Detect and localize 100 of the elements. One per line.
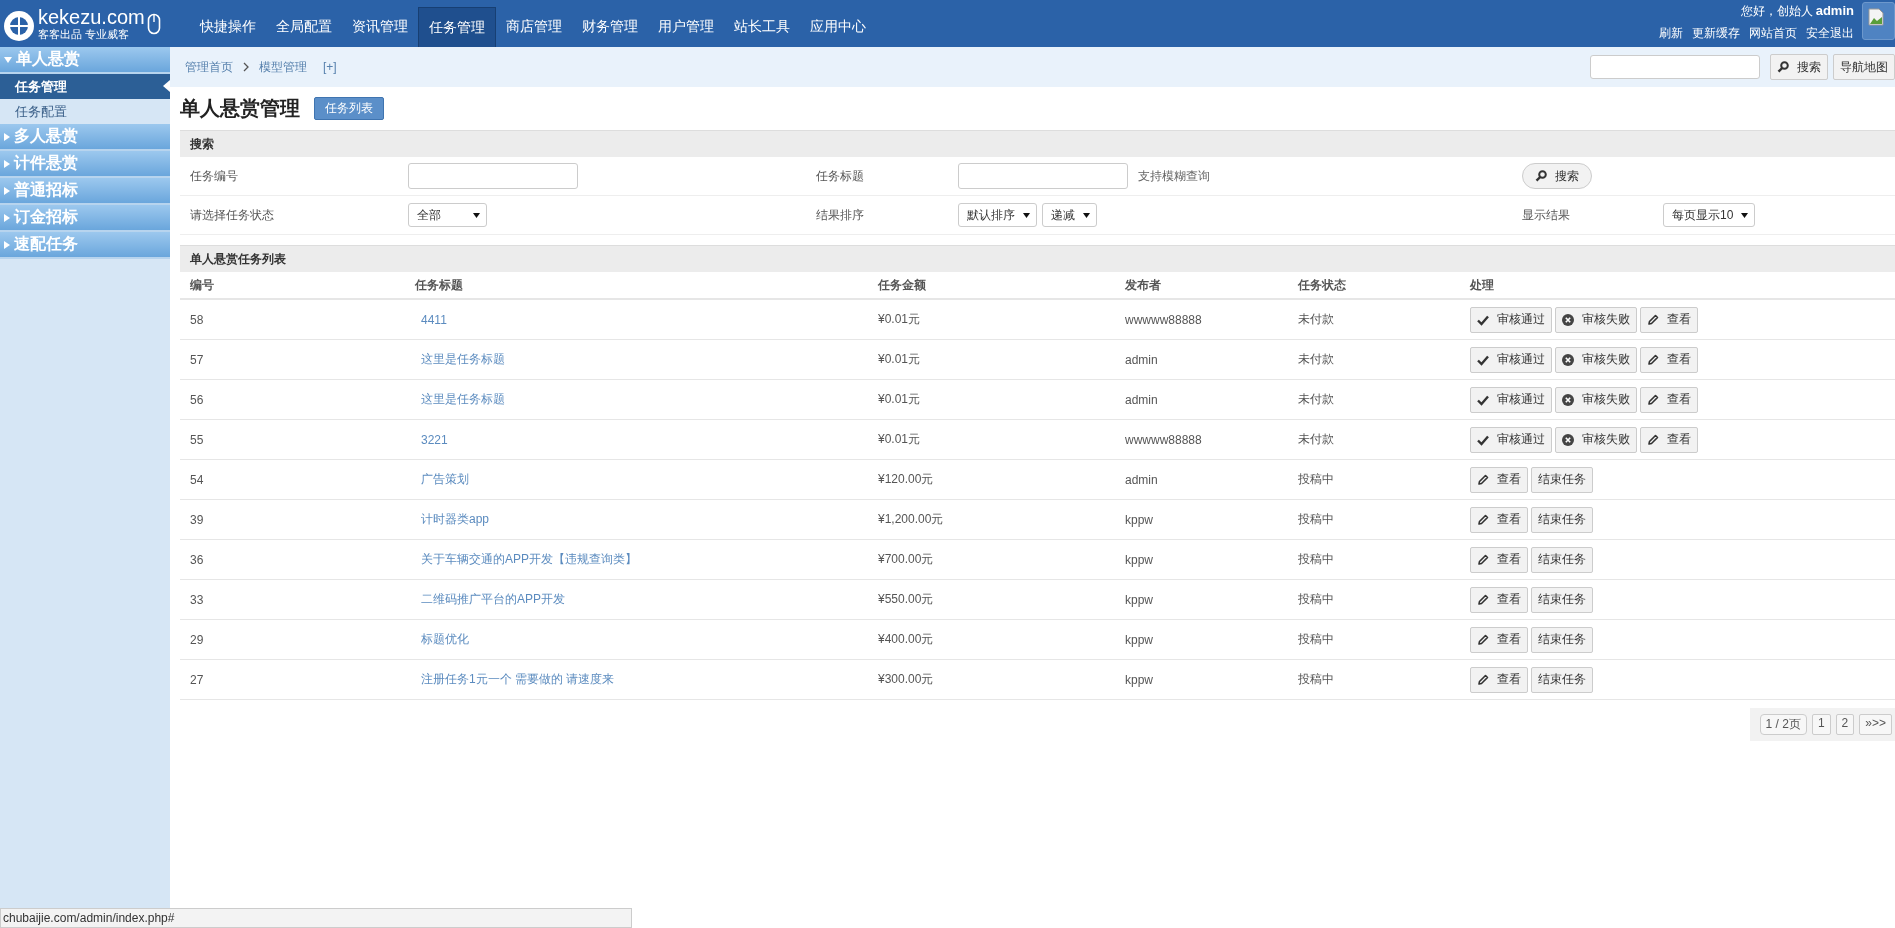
end-task-button[interactable]: 结束任务 xyxy=(1531,586,1593,613)
logo-title: kekezu.com xyxy=(38,6,145,29)
page-link[interactable]: 1 xyxy=(1811,714,1831,735)
page-size-select[interactable]: 每页显示10 xyxy=(1663,203,1756,227)
table-cell: 投稿中 xyxy=(1288,539,1460,580)
task-link[interactable]: 这里是任务标题 xyxy=(421,392,505,406)
next-page-link[interactable]: »>> xyxy=(1859,714,1892,735)
column-header: 任务标题 xyxy=(405,272,868,299)
greeting-text: 您好，创始人 xyxy=(1740,3,1813,20)
table-cell: 29 xyxy=(180,619,405,660)
header-link[interactable]: 安全退出 xyxy=(1806,25,1854,42)
end-task-button[interactable]: 结束任务 xyxy=(1531,466,1593,493)
nav-tab[interactable]: 商店管理 xyxy=(496,7,572,47)
view-button[interactable]: 查看 xyxy=(1470,586,1528,613)
search-button[interactable]: 搜索 xyxy=(1770,54,1828,80)
task-link[interactable]: 这里是任务标题 xyxy=(421,352,505,366)
task-title-field[interactable] xyxy=(958,163,1128,189)
order-select[interactable]: 递减 xyxy=(1042,203,1097,227)
view-button[interactable]: 查看 xyxy=(1470,666,1528,693)
reject-button[interactable]: 审核失败 xyxy=(1555,426,1637,453)
table-cell: ¥300.00元 xyxy=(868,659,1115,700)
table-cell: 39 xyxy=(180,499,405,540)
page-link[interactable]: 2 xyxy=(1835,714,1855,735)
approve-button[interactable]: 审核通过 xyxy=(1470,346,1552,373)
reject-button[interactable]: 审核失败 xyxy=(1555,346,1637,373)
end-task-button[interactable]: 结束任务 xyxy=(1531,546,1593,573)
nav-tab[interactable]: 全局配置 xyxy=(266,7,342,47)
nav-tab[interactable]: 任务管理 xyxy=(418,7,496,47)
table-cell: 未付款 xyxy=(1288,419,1460,460)
task-link[interactable]: 标题优化 xyxy=(421,632,469,646)
triangle-right-icon xyxy=(4,159,10,168)
sort-select[interactable]: 默认排序 xyxy=(958,203,1037,227)
table-cell: kppw xyxy=(1115,619,1288,660)
triangle-down-icon xyxy=(4,56,12,63)
nav-tab[interactable]: 财务管理 xyxy=(572,7,648,47)
view-button[interactable]: 查看 xyxy=(1640,386,1698,413)
task-link[interactable]: 二维码推广平台的APP开发 xyxy=(421,592,565,606)
breadcrumb-link[interactable]: 管理首页 xyxy=(185,58,233,76)
search-button[interactable]: 搜索 xyxy=(1522,163,1592,189)
task-link[interactable]: 计时器类app xyxy=(421,512,490,526)
task-link[interactable]: 广告策划 xyxy=(421,472,469,486)
table-cell: 54 xyxy=(180,459,405,500)
search-icon xyxy=(1535,170,1547,182)
table-cell: 未付款 xyxy=(1288,299,1460,340)
approve-button[interactable]: 审核通过 xyxy=(1470,426,1552,453)
pencil-icon xyxy=(1477,593,1489,606)
table-cell: 56 xyxy=(180,379,405,420)
view-button[interactable]: 查看 xyxy=(1640,306,1698,333)
breadcrumb-link[interactable]: 模型管理 xyxy=(259,58,307,76)
end-task-button[interactable]: 结束任务 xyxy=(1531,626,1593,653)
close-icon xyxy=(1562,313,1574,326)
add-link[interactable]: [+] xyxy=(323,60,337,74)
task-link[interactable]: 关于车辆交通的APP开发【违规查询类】 xyxy=(421,552,637,566)
header-link[interactable]: 更新缓存 xyxy=(1692,25,1740,42)
nav-tab[interactable]: 应用中心 xyxy=(800,7,876,47)
view-button[interactable]: 查看 xyxy=(1470,546,1528,573)
field-label: 任务编号 xyxy=(190,167,239,185)
end-task-button[interactable]: 结束任务 xyxy=(1531,666,1593,693)
avatar-frame[interactable] xyxy=(1862,2,1895,40)
table-cell: 未付款 xyxy=(1288,339,1460,380)
table-cell: wwwww88888 xyxy=(1115,419,1288,460)
end-task-button[interactable]: 结束任务 xyxy=(1531,506,1593,533)
task-id-field[interactable] xyxy=(408,163,578,189)
nav-tab[interactable]: 资讯管理 xyxy=(342,7,418,47)
check-icon xyxy=(1477,433,1489,446)
view-button[interactable]: 查看 xyxy=(1640,346,1698,373)
sidebar-item[interactable]: 任务管理 xyxy=(0,74,170,99)
caret-icon xyxy=(1023,212,1030,218)
nav-tab[interactable]: 用户管理 xyxy=(648,7,724,47)
pencil-icon xyxy=(1647,393,1659,406)
page-count: 1 / 2页 xyxy=(1759,714,1807,735)
view-button[interactable]: 查看 xyxy=(1470,506,1528,533)
table-cell: kppw xyxy=(1115,539,1288,580)
sitemap-button[interactable]: 导航地图 xyxy=(1833,54,1895,80)
view-button[interactable]: 查看 xyxy=(1640,426,1698,453)
table-cell: 57 xyxy=(180,339,405,380)
nav-tab[interactable]: 站长工具 xyxy=(724,7,800,47)
search-field[interactable] xyxy=(1590,55,1760,79)
logo-slogan: 客客出品 专业威客 xyxy=(38,28,131,41)
pencil-icon xyxy=(1647,313,1659,326)
table-cell: ¥550.00元 xyxy=(868,579,1115,620)
reject-button[interactable]: 审核失败 xyxy=(1555,386,1637,413)
status-select[interactable]: 全部 xyxy=(408,203,487,227)
nav-tab[interactable]: 快捷操作 xyxy=(190,7,266,47)
triangle-right-icon xyxy=(4,240,10,249)
task-link[interactable]: 3221 xyxy=(421,432,448,447)
header-link[interactable]: 刷新 xyxy=(1659,25,1683,42)
close-icon xyxy=(1562,433,1574,446)
header-link[interactable]: 网站首页 xyxy=(1749,25,1797,42)
view-button[interactable]: 查看 xyxy=(1470,626,1528,653)
task-link[interactable]: 注册任务1元一个 需要做的 请速度来 xyxy=(421,672,615,686)
approve-button[interactable]: 审核通过 xyxy=(1470,306,1552,333)
view-button[interactable]: 查看 xyxy=(1470,466,1528,493)
caret-icon xyxy=(1083,212,1090,218)
table-cell: 27 xyxy=(180,659,405,700)
reject-button[interactable]: 审核失败 xyxy=(1555,306,1637,333)
pencil-icon xyxy=(1477,553,1489,566)
caret-icon xyxy=(473,212,480,218)
task-link[interactable]: 4411 xyxy=(421,312,447,327)
approve-button[interactable]: 审核通过 xyxy=(1470,386,1552,413)
